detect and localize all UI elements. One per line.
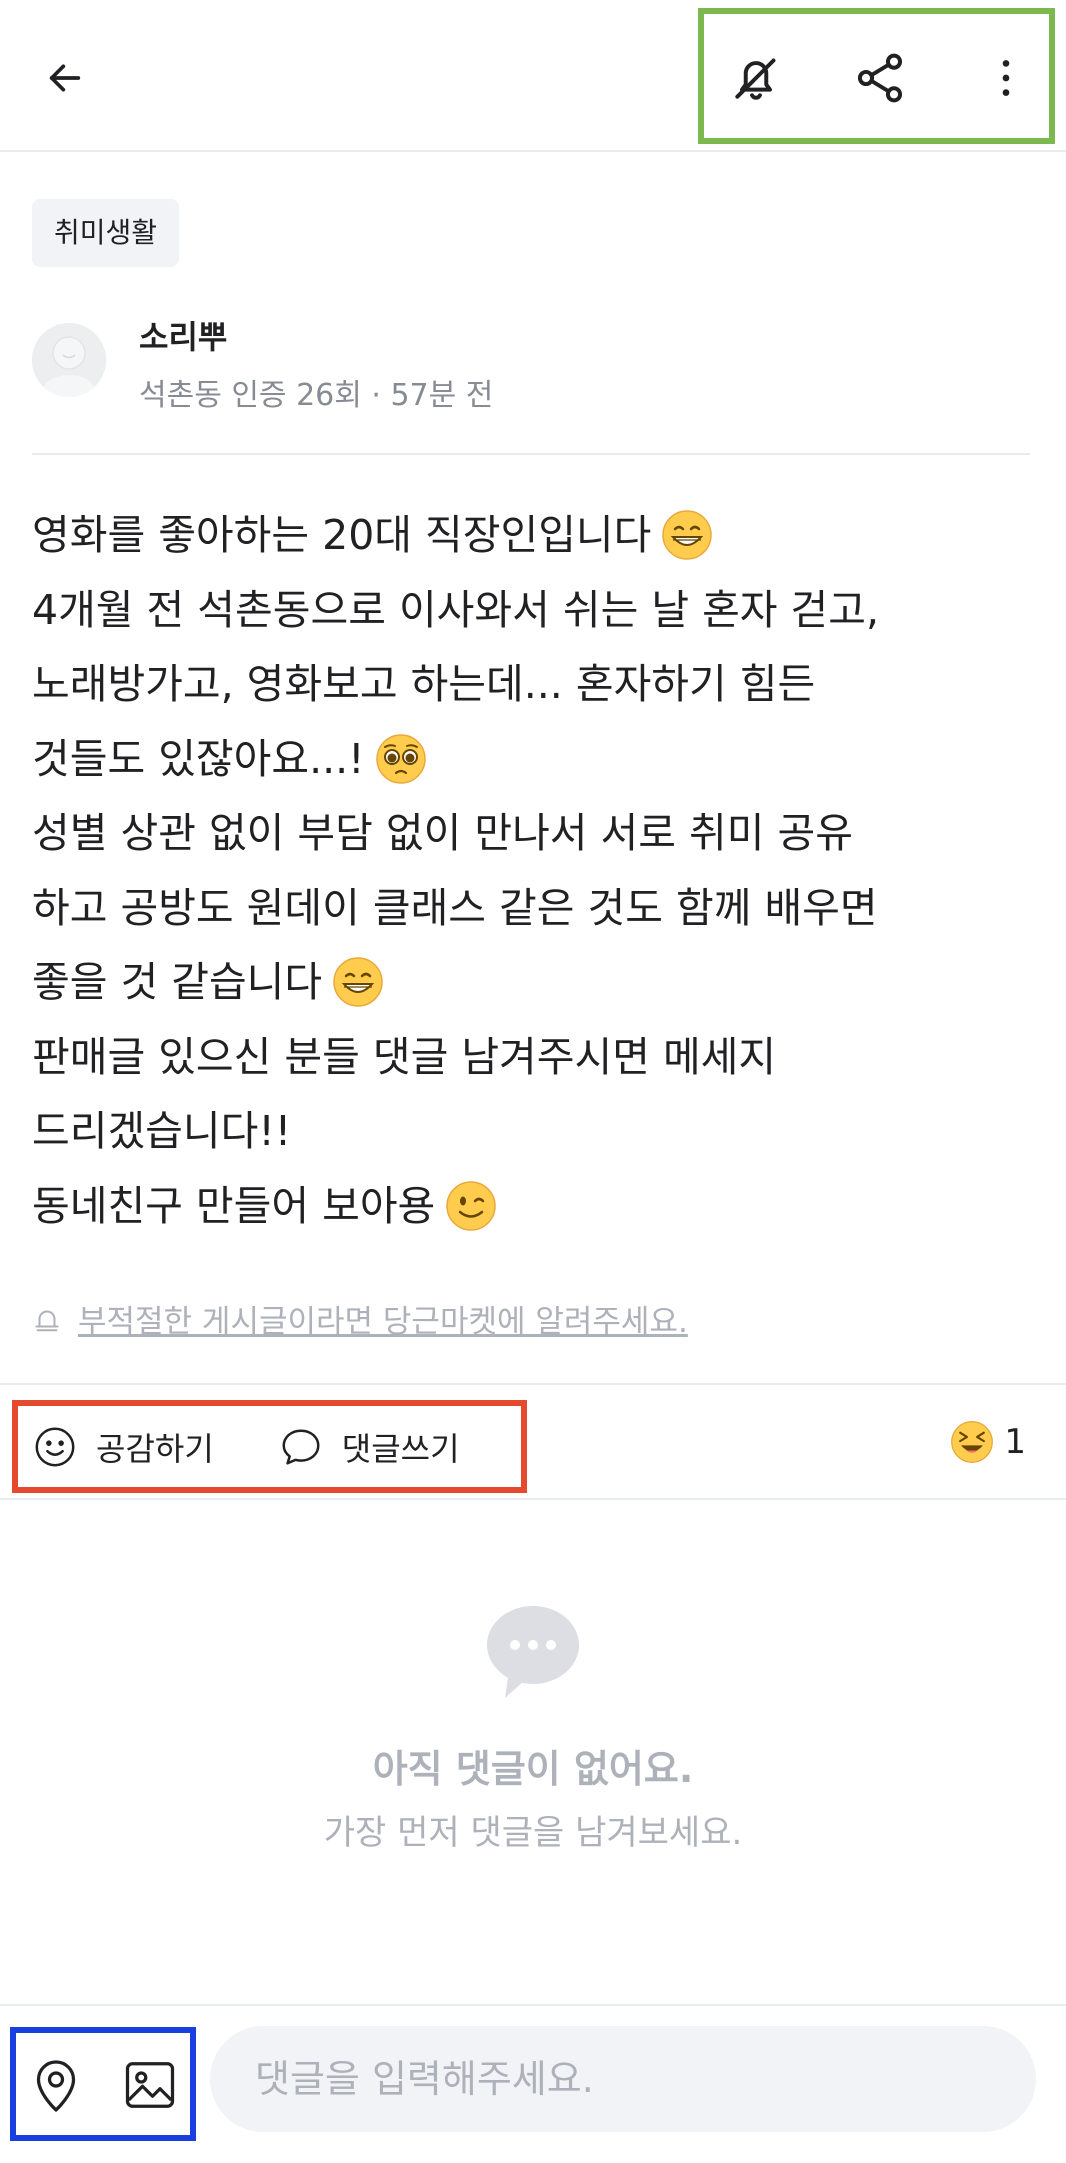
post-line: 영화를 좋아하는 20대 직장인입니다 <box>32 498 1032 573</box>
avatar[interactable] <box>32 323 106 397</box>
category-chip[interactable]: 취미생활 <box>32 199 180 267</box>
grinning-face-emoji-icon <box>333 957 383 1007</box>
siren-icon <box>35 1310 59 1331</box>
post-line: 판매글 있으신 분들 댓글 남겨주시면 메세지 <box>32 1032 777 1081</box>
post-body: 영화를 좋아하는 20대 직장인입니다 4개월 전 석촌동으로 이사와서 쉬는 … <box>32 498 1032 1243</box>
empty-comments-subtitle: 가장 먼저 댓글을 남겨보세요. <box>323 1813 743 1853</box>
arrow-left-icon <box>49 64 81 92</box>
pleading-face-emoji-icon <box>375 734 426 784</box>
winking-face-emoji-icon <box>446 1181 497 1231</box>
reaction-count: 1 <box>1004 1422 1026 1462</box>
empty-comments-title: 아직 댓글이 없어요. <box>372 1747 694 1791</box>
report-link[interactable]: 부적절한 게시글이라면 당근마켓에 알려주세요. <box>32 1296 688 1341</box>
post-line: 4개월 전 석촌동으로 이사와서 쉬는 날 혼자 걷고, <box>32 585 880 634</box>
divider <box>0 1498 1066 1500</box>
author-name[interactable]: 소리뿌 <box>139 312 227 358</box>
post-line: 좋을 것 같습니다 <box>32 945 1032 1020</box>
back-button[interactable] <box>30 46 100 110</box>
post-line: 동네친구 만들어 보아용 <box>32 1169 1032 1244</box>
divider <box>32 453 1030 455</box>
report-link-text[interactable]: 부적절한 게시글이라면 당근마켓에 알려주세요. <box>78 1296 688 1341</box>
post-line: 드리겠습니다!! <box>32 1107 292 1155</box>
post-line: 성별 상관 없이 부담 없이 만나서 서로 취미 공유 <box>32 809 853 857</box>
laughing-face-emoji-icon <box>951 1421 994 1463</box>
divider <box>0 1383 1066 1385</box>
highlight-box-post-actions <box>12 1400 527 1493</box>
comment-input[interactable] <box>210 2026 1036 2132</box>
highlight-box-header-actions <box>698 8 1055 144</box>
post-line: 것들도 있잖아요...! <box>32 722 1032 797</box>
empty-comments-illustration <box>0 1600 1066 1708</box>
grinning-face-emoji-icon <box>662 510 713 560</box>
reaction-summary[interactable]: 1 <box>950 1420 1026 1464</box>
post-line: 하고 공방도 원데이 클래스 같은 것도 함께 배우면 <box>32 883 878 932</box>
highlight-box-composer-icons <box>10 2027 196 2141</box>
chat-bubble-dots-icon <box>487 1606 579 1698</box>
author-meta: 석촌동 인증 26회 · 57분 전 <box>139 378 494 413</box>
default-avatar-icon <box>32 323 106 397</box>
post-line: 노래방가고, 영화보고 하는데... 혼자하기 힘든 <box>32 660 816 708</box>
